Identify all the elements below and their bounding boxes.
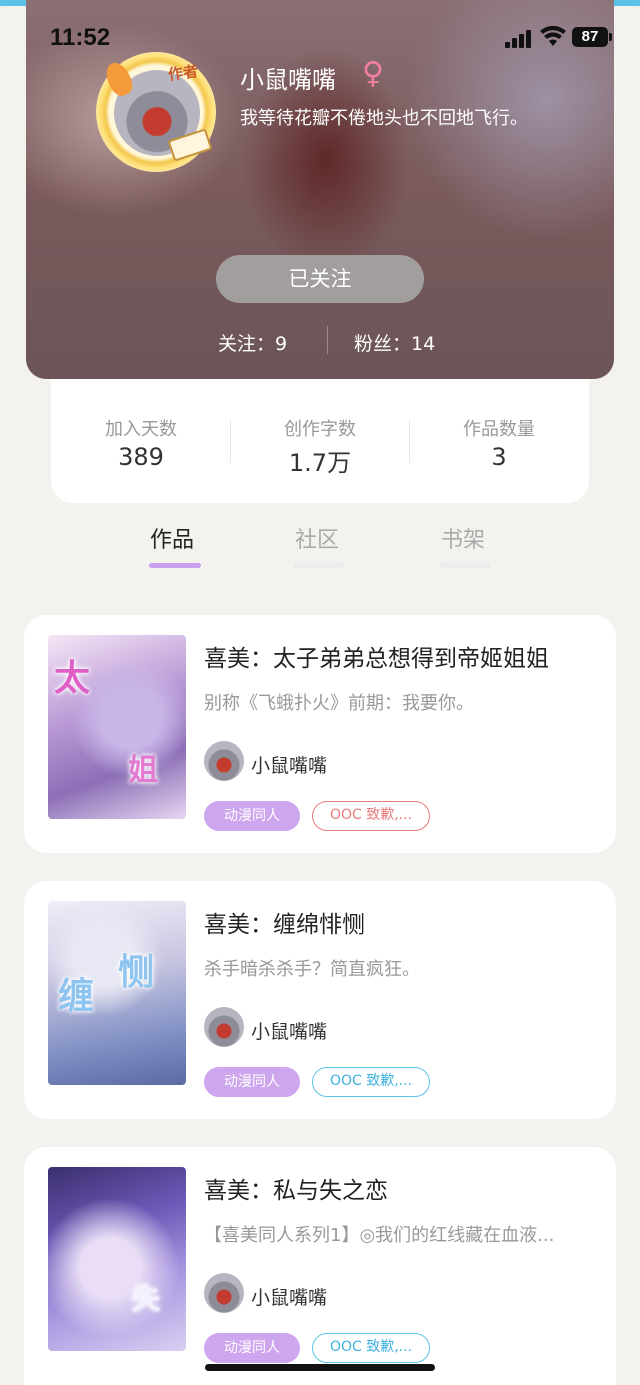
tab-works[interactable]: 作品 [150, 522, 194, 554]
user-bio: 我等待花瓣不倦地头也不回地飞行。 [240, 108, 528, 129]
author-badge: 作者 [166, 61, 200, 84]
tab-active-indicator [149, 563, 201, 568]
book-cover[interactable]: 缠 恻 [48, 901, 186, 1085]
cover-art-lettering: 缠 [58, 976, 95, 1017]
author-name: 小鼠嘴嘴 [251, 755, 328, 777]
profile-header: 作者 小鼠嘴嘴 ♀ 我等待花瓣不倦地头也不回地飞行。 已关注 关注：9 粉丝：1… [26, 0, 614, 379]
stat-value: 3 [491, 443, 507, 471]
tag-category[interactable]: 动漫同人 [204, 1333, 300, 1363]
stat-works-count: 作品数量 3 [409, 415, 589, 471]
cover-art-lettering: 姐 [128, 753, 158, 788]
book-card[interactable]: 太 姐 喜美：太子弟弟总想得到帝姬姐姐 别称《飞蛾扑火》前期：我要你。 小鼠嘴嘴… [24, 615, 616, 853]
book-description: 别称《飞蛾扑火》前期：我要你。 [204, 693, 474, 714]
divider [327, 326, 328, 354]
tab-indicator [439, 563, 491, 568]
female-icon: ♀ [362, 56, 384, 91]
book-title[interactable]: 喜美：太子弟弟总想得到帝姬姐姐 [204, 639, 549, 673]
book-cover[interactable]: 太 姐 [48, 635, 186, 819]
book-title[interactable]: 喜美：私与失之恋 [204, 1171, 388, 1205]
battery-icon: 87 [572, 27, 612, 47]
status-bar: 11:52 87 [0, 22, 640, 54]
stat-word-count: 创作字数 1.7万 [230, 415, 410, 478]
wifi-icon [540, 26, 566, 46]
home-indicator[interactable] [205, 1364, 435, 1371]
book-title[interactable]: 喜美：缠绵悱恻 [204, 905, 365, 939]
author-avatar-small [204, 741, 244, 781]
following-count[interactable]: 关注：9 [218, 329, 287, 356]
tab-community[interactable]: 社区 [295, 522, 339, 554]
book-description: 【喜美同人系列1】◎我们的红线藏在血液... [204, 1225, 555, 1246]
signal-icon [505, 30, 535, 48]
stat-value: 389 [118, 443, 164, 471]
cover-art-lettering: 太 [54, 658, 91, 699]
author-avatar-small [204, 1273, 244, 1313]
stats-card: 加入天数 389 创作字数 1.7万 作品数量 3 [51, 379, 589, 503]
tag-category[interactable]: 动漫同人 [204, 801, 300, 831]
author-avatar[interactable]: 作者 [92, 48, 222, 178]
book-description: 杀手暗杀杀手？简直疯狂。 [204, 959, 420, 980]
tab-bookshelf[interactable]: 书架 [441, 522, 485, 554]
stat-label: 创作字数 [284, 419, 356, 440]
stat-label: 加入天数 [105, 419, 177, 440]
stat-join-days: 加入天数 389 [51, 415, 231, 471]
followers-count[interactable]: 粉丝：14 [354, 329, 435, 356]
cover-art-lettering: 失 [132, 1282, 161, 1315]
author-name: 小鼠嘴嘴 [251, 1287, 328, 1309]
tag-note[interactable]: OOC 致歉,... [312, 801, 430, 831]
tag-note[interactable]: OOC 致歉,... [312, 1067, 430, 1097]
stat-label: 作品数量 [463, 419, 535, 440]
tag-note[interactable]: OOC 致歉,... [312, 1333, 430, 1363]
tag-category[interactable]: 动漫同人 [204, 1067, 300, 1097]
book-card[interactable]: 缠 恻 喜美：缠绵悱恻 杀手暗杀杀手？简直疯狂。 小鼠嘴嘴 动漫同人 OOC 致… [24, 881, 616, 1119]
follow-button[interactable]: 已关注 [216, 255, 424, 303]
cover-art-lettering: 恻 [118, 952, 155, 993]
stat-value: 1.7万 [288, 449, 352, 477]
book-cover[interactable]: 失 [48, 1167, 186, 1351]
tab-indicator [293, 563, 345, 568]
clock: 11:52 [50, 24, 111, 51]
author-avatar-small [204, 1007, 244, 1047]
book-card[interactable]: 失 喜美：私与失之恋 【喜美同人系列1】◎我们的红线藏在血液... 小鼠嘴嘴 动… [24, 1147, 616, 1385]
username: 小鼠嘴嘴 [240, 66, 336, 94]
author-name: 小鼠嘴嘴 [251, 1021, 328, 1043]
